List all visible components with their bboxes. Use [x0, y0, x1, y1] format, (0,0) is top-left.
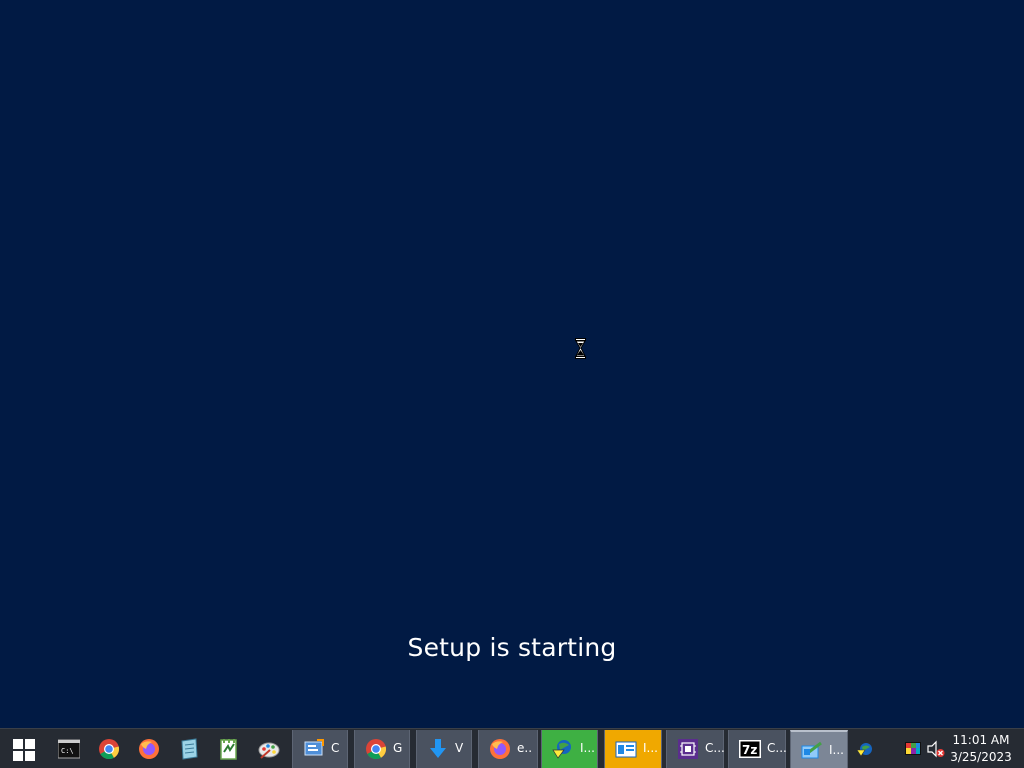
- taskbar-app-cpu-z[interactable]: C...: [666, 730, 725, 768]
- desktop: Setup is starting: [0, 0, 1024, 728]
- taskbar-app-downloader[interactable]: V: [416, 730, 472, 768]
- taskbar-app-firefox[interactable]: e..: [478, 730, 538, 768]
- pinned-command-prompt[interactable]: C:\: [50, 730, 90, 768]
- command-prompt-icon: C:\: [58, 739, 80, 759]
- taskbar-app-label: C...: [767, 741, 787, 755]
- taskbar-app-chrome[interactable]: G: [354, 730, 410, 768]
- svg-text:C:\: C:\: [61, 747, 74, 755]
- pinned-firefox[interactable]: [130, 730, 170, 768]
- taskbar-app-label: I...: [829, 743, 844, 757]
- taskbar-app-label: e..: [517, 741, 533, 755]
- paint-palette-icon: [258, 742, 280, 759]
- globe-download-icon: [552, 740, 571, 759]
- color-display-icon[interactable]: [904, 740, 922, 758]
- file-explorer-icon: [615, 741, 637, 758]
- taskbar: C:\ C G V e.. I... I... C... 7z C... I..…: [0, 728, 1024, 768]
- installer-icon: [801, 741, 822, 759]
- taskbar-app-label: C: [331, 741, 340, 755]
- taskbar-app-label: G: [393, 741, 403, 755]
- setup-status-text: Setup is starting: [407, 633, 617, 662]
- chrome-icon: [366, 739, 387, 760]
- clock-date: 3/25/2023: [950, 750, 1012, 764]
- taskbar-app-7zip[interactable]: 7z C...: [728, 730, 787, 768]
- taskbar-app-file-explorer[interactable]: I...: [604, 730, 662, 768]
- 7zip-icon: 7z: [739, 740, 761, 758]
- pinned-paint[interactable]: [250, 730, 290, 768]
- svg-text:7z: 7z: [742, 743, 757, 757]
- taskbar-app-label: V: [455, 741, 464, 755]
- taskbar-app-label: C...: [705, 741, 725, 755]
- notepad-icon: [181, 738, 198, 760]
- notepad-plus-plus-icon: [220, 739, 237, 760]
- firefox-icon: [490, 739, 510, 759]
- cpu-z-icon: [678, 739, 698, 759]
- taskbar-app-installer[interactable]: I...: [790, 730, 848, 768]
- network-globe-icon[interactable]: [856, 740, 874, 758]
- download-arrow-icon: [430, 739, 446, 758]
- volume-muted-icon[interactable]: [927, 740, 945, 758]
- hourglass-cursor-icon: [575, 338, 586, 359]
- taskbar-app-label: I...: [643, 741, 658, 755]
- control-panel-icon: [304, 739, 324, 756]
- pinned-notepad[interactable]: [170, 730, 210, 768]
- taskbar-app-internet-download-manager[interactable]: I...: [541, 730, 598, 768]
- system-clock[interactable]: 11:01 AM 3/25/2023: [948, 732, 1014, 766]
- clock-time: 11:01 AM: [952, 733, 1010, 747]
- pinned-notepad-plus-plus[interactable]: [210, 730, 250, 768]
- start-button[interactable]: [0, 730, 48, 768]
- chrome-icon: [99, 739, 120, 760]
- windows-logo-icon: [13, 739, 35, 761]
- firefox-icon: [139, 739, 159, 759]
- taskbar-app-control-panel[interactable]: C: [292, 730, 348, 768]
- pinned-chrome[interactable]: [90, 730, 130, 768]
- taskbar-app-label: I...: [580, 741, 595, 755]
